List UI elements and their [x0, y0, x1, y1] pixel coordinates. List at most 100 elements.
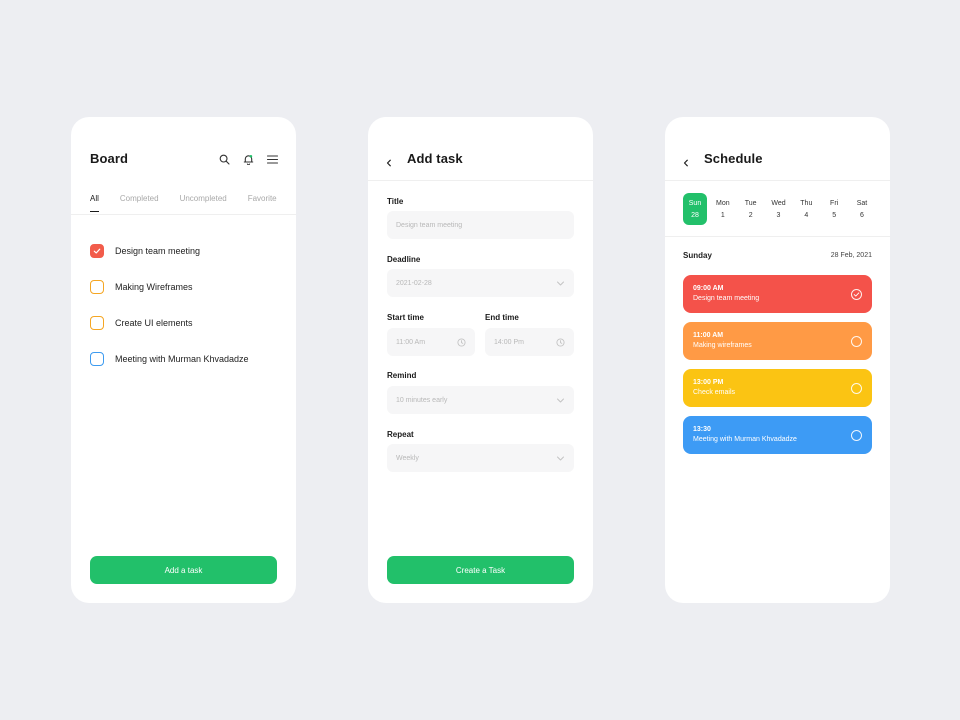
title-field-placeholder: Design team meeting [396, 221, 463, 229]
event-list: 09:00 AM Design team meeting 11:00 AM Ma… [683, 275, 872, 463]
tab-favorite[interactable]: Favorite [248, 194, 277, 203]
add-task-screen: Add task Title Design team meeting Deadl… [368, 117, 593, 603]
day-number: 2 [748, 211, 753, 219]
event-time: 13:30 [693, 426, 711, 433]
bell-icon[interactable] [243, 152, 254, 166]
task-list: Design team meeting Making Wireframes Cr… [90, 233, 286, 377]
create-task-button[interactable]: Create a Task [387, 556, 574, 584]
header-divider [368, 180, 593, 181]
title-label: Title [387, 197, 404, 206]
event-time: 11:00 AM [693, 332, 724, 339]
list-item[interactable]: Create UI elements [90, 305, 286, 341]
end-time-label: End time [485, 313, 519, 322]
day-number: 3 [776, 211, 781, 219]
checkbox[interactable] [90, 316, 104, 330]
add-task-button[interactable]: Add a task [90, 556, 277, 584]
remind-value: 10 minutes early [396, 396, 448, 404]
day-name: Tue [744, 199, 757, 207]
checkbox-checked[interactable] [90, 244, 104, 258]
day-name: Sat [856, 199, 868, 207]
deadline-field[interactable]: 2021-02-28 [387, 269, 574, 297]
day-number: 5 [832, 211, 837, 219]
tabs-divider [71, 214, 296, 215]
event-time: 09:00 AM [693, 285, 724, 292]
days-divider [665, 236, 890, 237]
day-name: Sun [688, 199, 702, 207]
repeat-label: Repeat [387, 430, 414, 439]
week-strip: Sun 28 Mon 1 Tue 2 Wed 3 Thu 4 Fri 5 Sat 6 [683, 193, 874, 226]
chevron-down-icon [557, 398, 564, 403]
task-label: Design team meeting [115, 246, 201, 256]
day-number: 28 [691, 211, 699, 219]
day-number: 1 [720, 211, 725, 219]
day-name: Fri [830, 199, 839, 207]
title-field[interactable]: Design team meeting [387, 211, 574, 239]
task-label: Create UI elements [115, 318, 193, 328]
start-time-value: 11:00 Am [396, 338, 426, 346]
page-title: Schedule [704, 151, 763, 166]
day-name: Thu [800, 199, 813, 207]
header-divider [665, 180, 890, 181]
list-item[interactable]: Meeting with Murman Khvadadze [90, 341, 286, 377]
done-check-icon[interactable] [851, 289, 862, 300]
page-title: Add task [407, 151, 463, 166]
day-mon[interactable]: Mon 1 [711, 193, 735, 225]
day-number: 4 [804, 211, 809, 219]
start-time-label: Start time [387, 313, 424, 322]
circle-icon[interactable] [851, 430, 862, 441]
tab-uncompleted[interactable]: Uncompleted [180, 194, 227, 203]
day-sun[interactable]: Sun 28 [683, 193, 707, 225]
checkbox[interactable] [90, 280, 104, 294]
back-icon[interactable] [682, 154, 690, 167]
event-title: Check emails [693, 389, 736, 396]
start-time-field[interactable]: 11:00 Am [387, 328, 475, 356]
repeat-select[interactable]: Weekly [387, 444, 574, 472]
end-time-field[interactable]: 14:00 Pm [485, 328, 574, 356]
check-icon [93, 248, 101, 254]
day-sat[interactable]: Sat 6 [850, 193, 874, 225]
tab-completed[interactable]: Completed [120, 194, 159, 203]
event-card[interactable]: 13:00 PM Check emails [683, 369, 872, 407]
chevron-down-icon [557, 281, 564, 286]
event-card[interactable]: 11:00 AM Making wireframes [683, 322, 872, 360]
day-name: Wed [771, 199, 786, 207]
header-icons [219, 152, 279, 166]
page-title: Board [90, 151, 129, 166]
remind-select[interactable]: 10 minutes early [387, 386, 574, 414]
tab-all[interactable]: All [90, 194, 99, 212]
chevron-down-icon [557, 456, 564, 461]
schedule-screen: Schedule Sun 28 Mon 1 Tue 2 Wed 3 Thu 4 Fri 5 … [665, 117, 890, 603]
circle-icon[interactable] [851, 383, 862, 394]
list-item[interactable]: Design team meeting [90, 233, 286, 269]
back-icon[interactable] [385, 154, 393, 167]
day-thu[interactable]: Thu 4 [794, 193, 818, 225]
board-screen: Board All Completed Uncompleted Favorite… [71, 117, 296, 603]
search-icon[interactable] [219, 152, 230, 165]
deadline-value: 2021-02-28 [396, 279, 432, 287]
clock-icon [556, 338, 565, 347]
remind-label: Remind [387, 371, 417, 380]
filter-tabs: All Completed Uncompleted Favorite [90, 194, 296, 212]
checkbox[interactable] [90, 352, 104, 366]
task-label: Making Wireframes [115, 282, 193, 292]
list-item[interactable]: Making Wireframes [90, 269, 286, 305]
section-date: 28 Feb, 2021 [830, 252, 872, 259]
event-title: Design team meeting [693, 295, 760, 302]
circle-icon[interactable] [851, 336, 862, 347]
task-label: Meeting with Murman Khvadadze [115, 354, 249, 364]
section-header: Sunday 28 Feb, 2021 [683, 251, 872, 260]
menu-icon[interactable] [266, 152, 279, 164]
day-name: Mon [716, 199, 730, 207]
day-wed[interactable]: Wed 3 [766, 193, 790, 225]
day-tue[interactable]: Tue 2 [739, 193, 763, 225]
deadline-label: Deadline [387, 255, 421, 264]
event-time: 13:00 PM [693, 379, 724, 386]
event-card[interactable]: 09:00 AM Design team meeting [683, 275, 872, 313]
event-card[interactable]: 13:30 Meeting with Murman Khvadadze [683, 416, 872, 454]
clock-icon [457, 338, 466, 347]
day-number: 6 [860, 211, 864, 219]
section-day: Sunday [683, 251, 712, 260]
repeat-value: Weekly [396, 454, 419, 462]
day-fri[interactable]: Fri 5 [822, 193, 846, 225]
end-time-value: 14:00 Pm [494, 338, 524, 346]
